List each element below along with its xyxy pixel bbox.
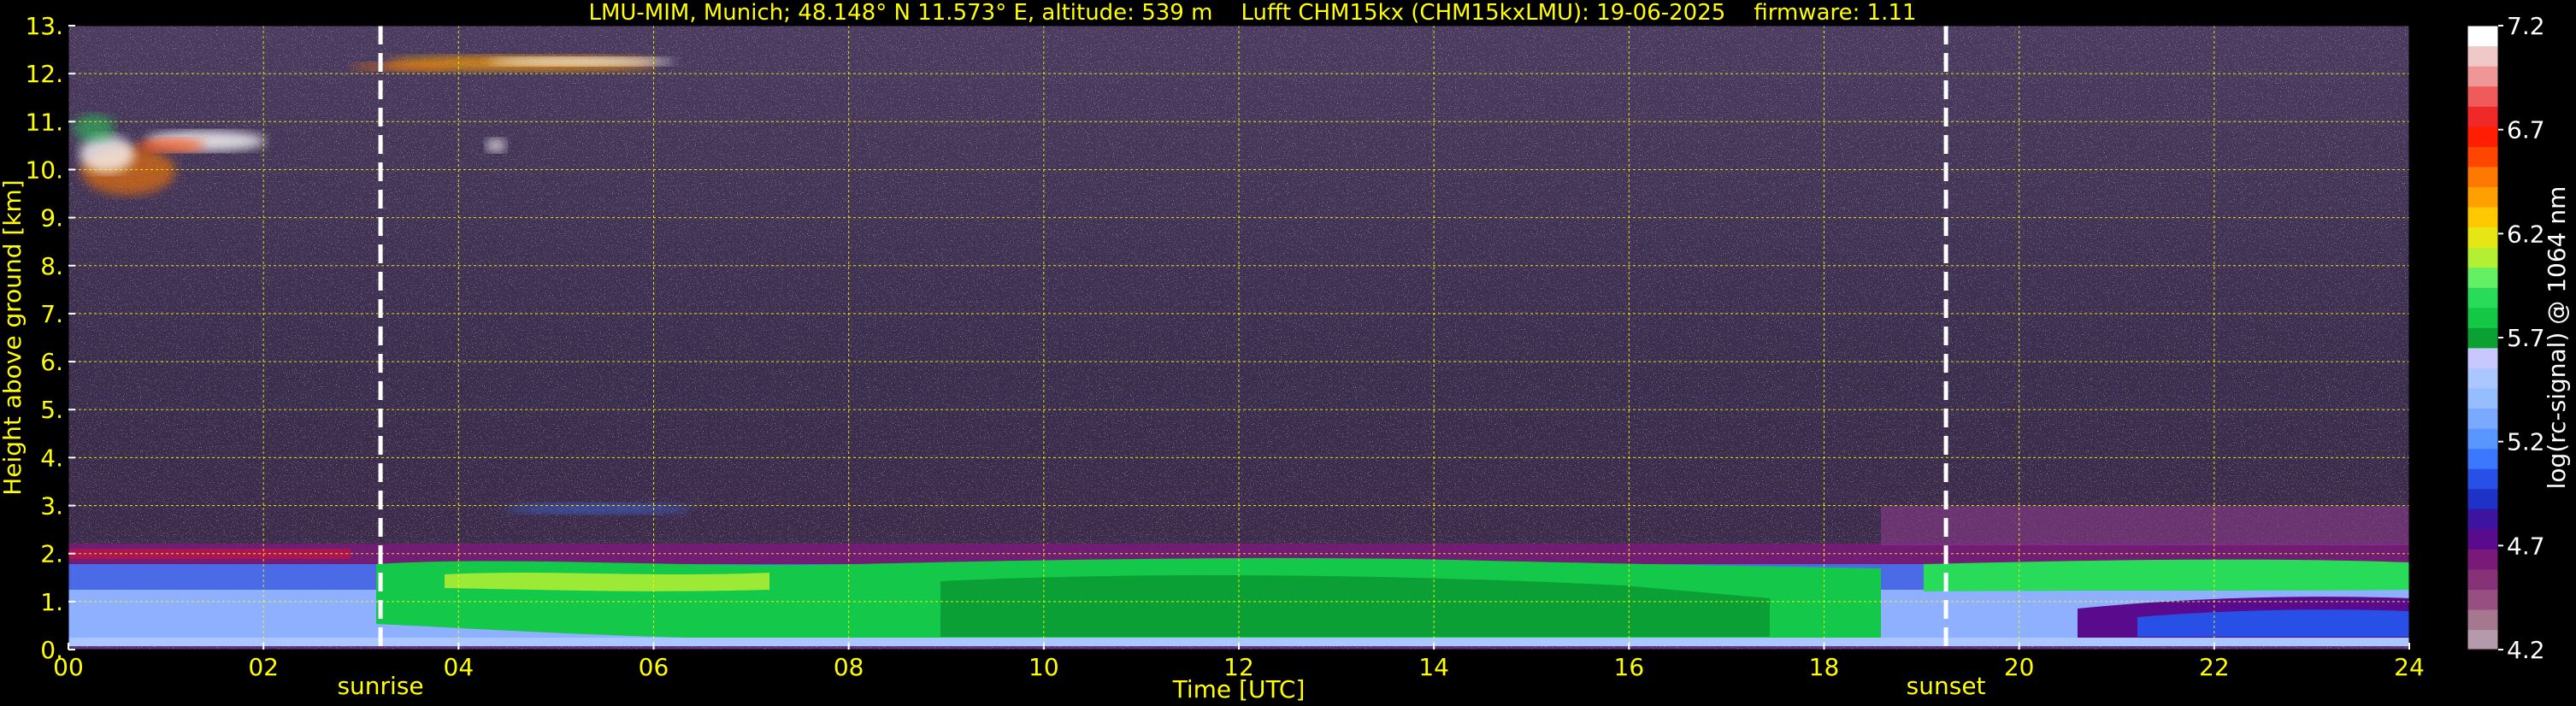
colorbar-swatch bbox=[2467, 26, 2498, 47]
colorbar-swatch bbox=[2467, 85, 2498, 107]
colorbar-swatch bbox=[2467, 589, 2498, 610]
colorbar-swatch bbox=[2467, 568, 2498, 590]
colorbar-tick-label: 5.7 bbox=[2507, 324, 2545, 352]
colorbar-swatch bbox=[2467, 427, 2498, 450]
colorbar-swatch bbox=[2467, 448, 2498, 469]
colorbar-swatch bbox=[2467, 609, 2498, 631]
colorbar-tick-label: 5.2 bbox=[2507, 428, 2545, 456]
colorbar-swatch bbox=[2467, 468, 2498, 490]
colorbar-swatch bbox=[2467, 106, 2498, 127]
colorbar-swatch bbox=[2467, 408, 2498, 429]
colorbar-swatch bbox=[2467, 509, 2498, 530]
colorbar-swatch bbox=[2467, 66, 2498, 87]
colorbar-swatch bbox=[2467, 307, 2498, 328]
colorbar-swatch bbox=[2467, 206, 2498, 228]
colorbar-swatch bbox=[2467, 126, 2498, 147]
colorbar-swatch bbox=[2467, 347, 2498, 368]
colorbar-tick-label: 4.2 bbox=[2507, 636, 2545, 664]
colorbar-swatch bbox=[2467, 186, 2498, 208]
colorbar-tick-label: 6.7 bbox=[2507, 116, 2545, 144]
colorbar-blocks bbox=[2467, 26, 2498, 650]
colorbar-ticks: 4.2 4.7 5.2 5.7 6.2 6.7 7.2 bbox=[2498, 12, 2545, 664]
colorbar-swatch bbox=[2467, 267, 2498, 288]
colorbar-swatch bbox=[2467, 247, 2498, 268]
colorbar-swatch bbox=[2467, 327, 2498, 349]
colorbar-label: log(rc-signal) @ 1064 nm bbox=[2543, 186, 2571, 490]
colorbar-swatch bbox=[2467, 146, 2498, 168]
colorbar-swatch bbox=[2467, 629, 2498, 650]
colorbar: 4.2 4.7 5.2 5.7 6.2 6.7 7.2 log(rc-signal) @ 1… bbox=[2467, 12, 2571, 664]
colorbar-tick-label: 7.2 bbox=[2507, 12, 2545, 40]
colorbar-tick-label: 4.7 bbox=[2507, 532, 2545, 560]
colorbar-swatch bbox=[2467, 287, 2498, 309]
colorbar-swatch bbox=[2467, 45, 2498, 67]
colorbar-swatch bbox=[2467, 488, 2498, 509]
colorbar-swatch bbox=[2467, 166, 2498, 187]
colorbar-tick-label: 6.2 bbox=[2507, 220, 2545, 248]
colorbar-swatch bbox=[2467, 549, 2498, 570]
colorbar-swatch bbox=[2467, 368, 2498, 389]
colorbar-swatch bbox=[2467, 387, 2498, 409]
colorbar-swatch bbox=[2467, 528, 2498, 550]
colorbar-swatch bbox=[2467, 227, 2498, 248]
